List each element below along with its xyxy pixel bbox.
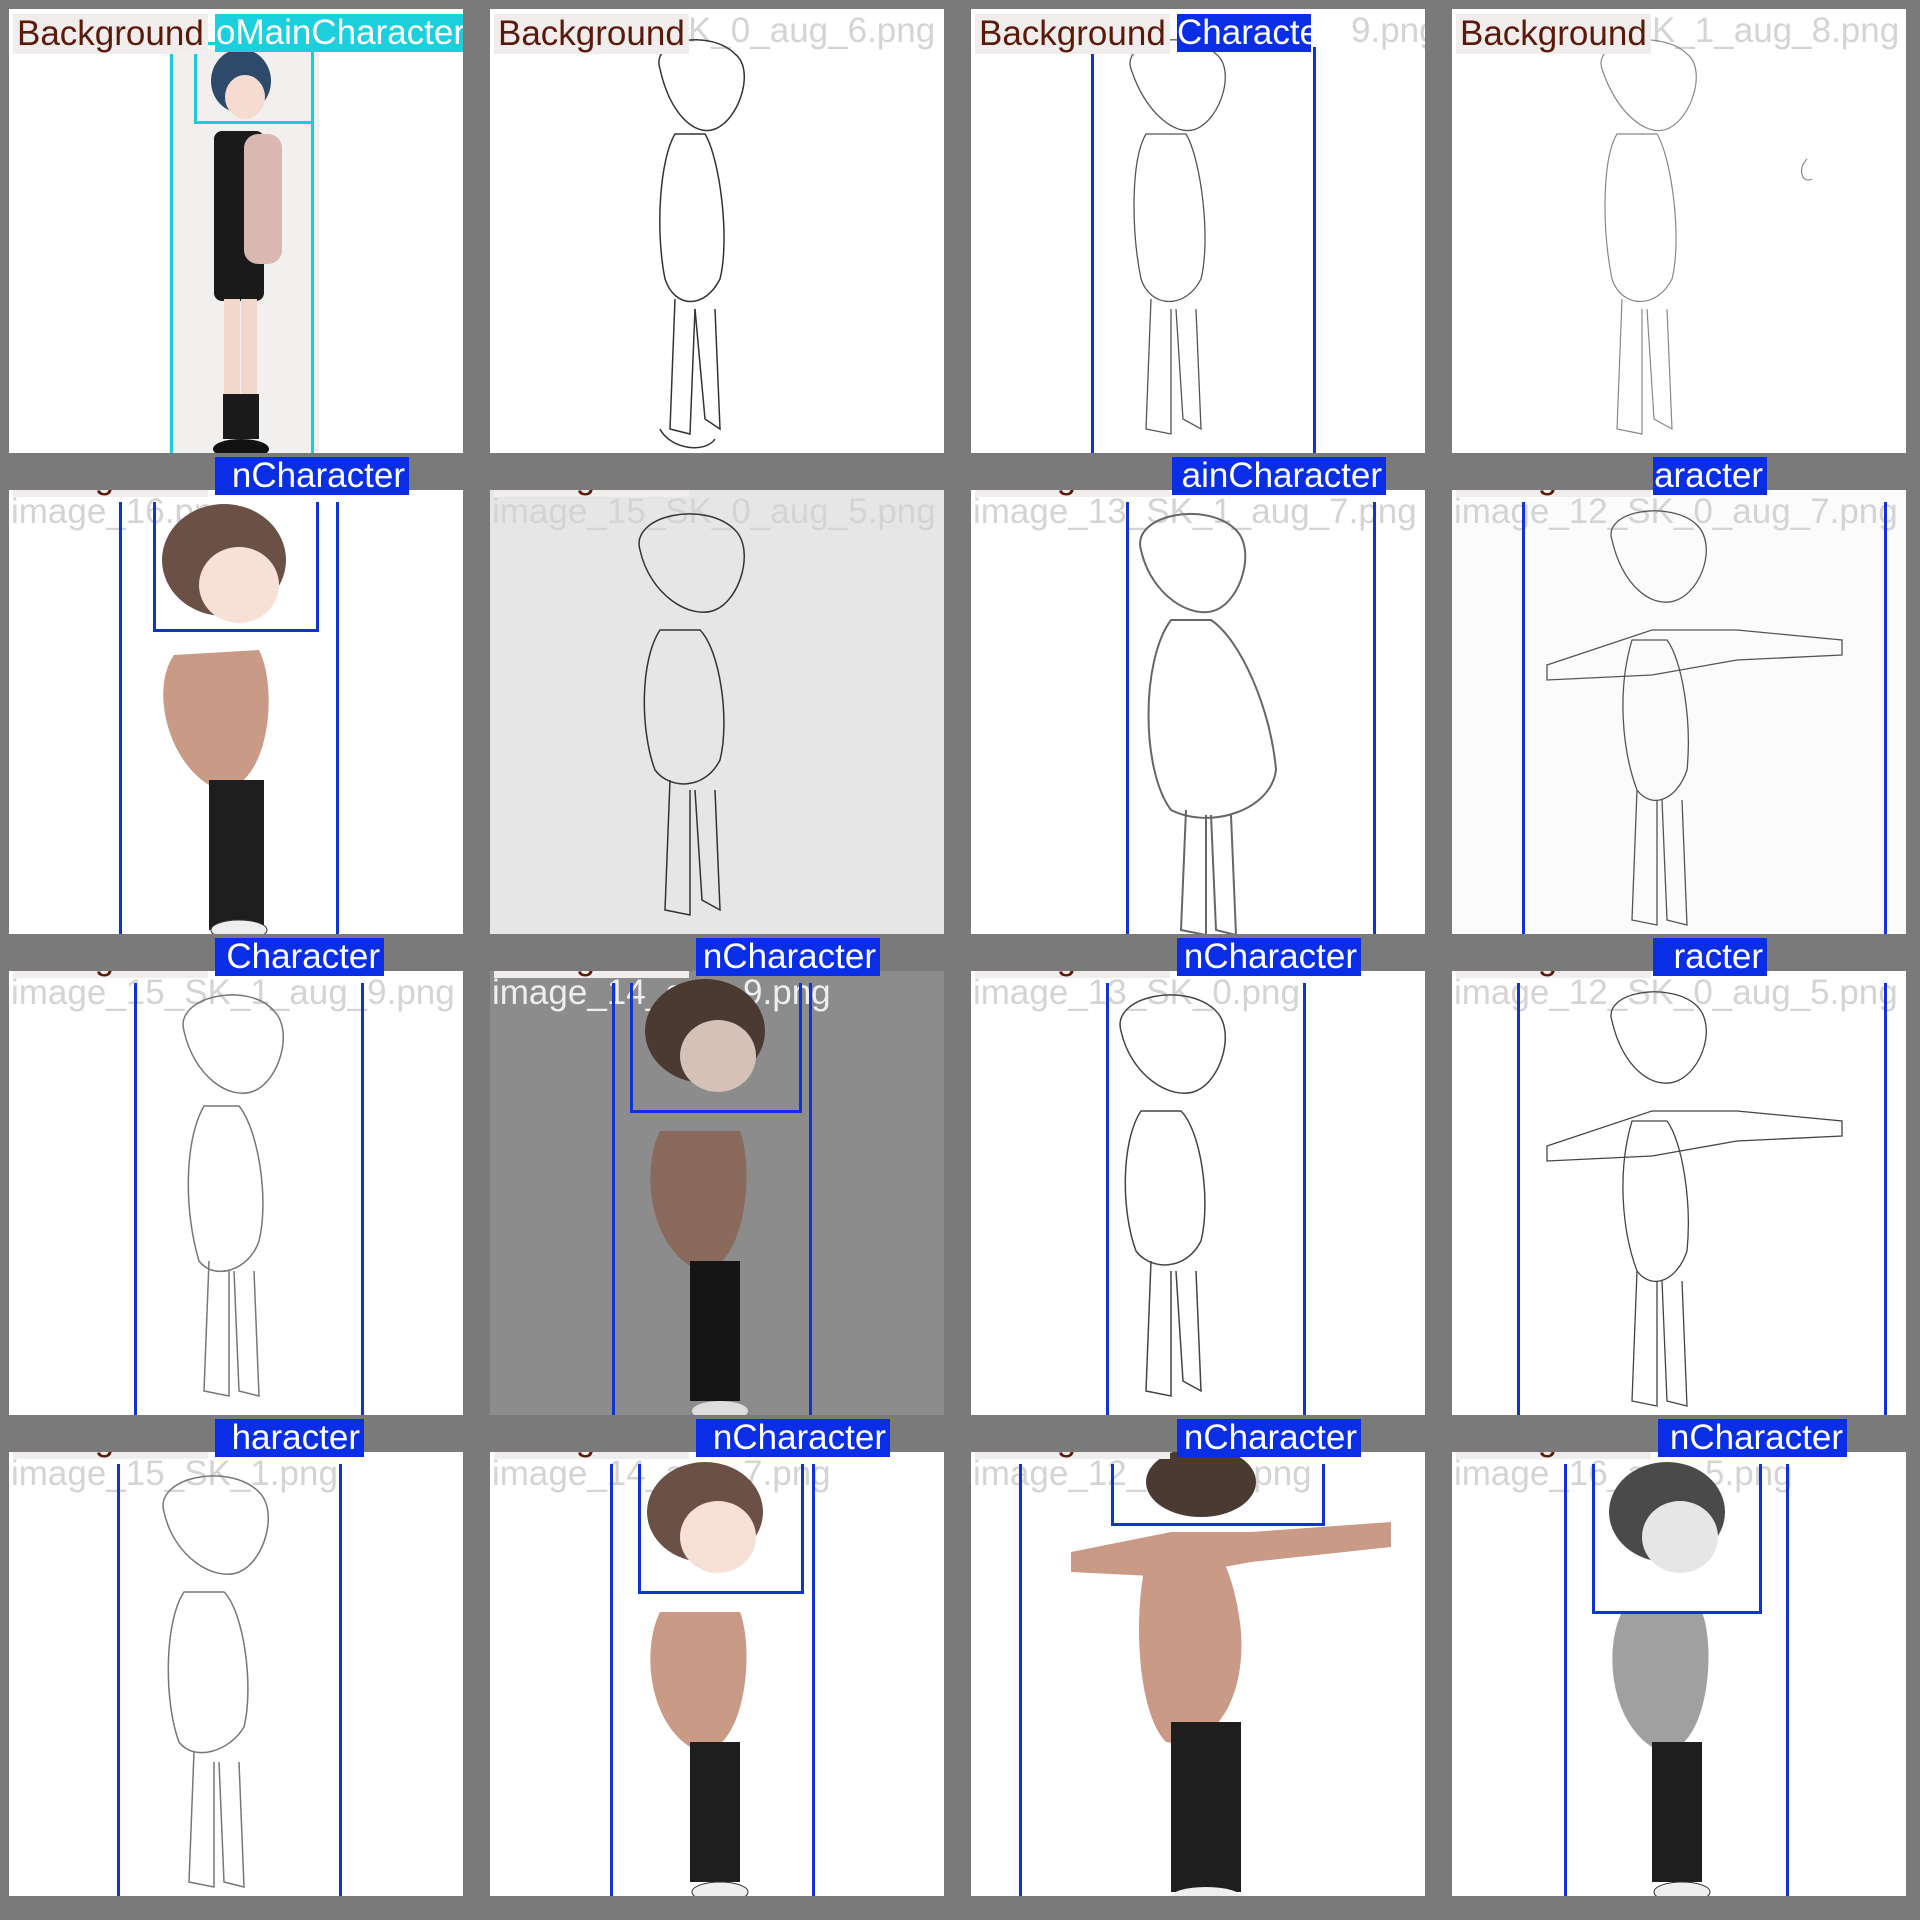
background-label: Background bbox=[13, 490, 208, 497]
bbox-character bbox=[1106, 983, 1306, 1415]
tile-3: 9.png Background Character bbox=[962, 0, 1434, 462]
class-label: racter bbox=[1653, 938, 1767, 976]
tile-5: image_16.png Background bbox=[0, 481, 472, 943]
bbox-head bbox=[153, 502, 319, 632]
class-label: haracter bbox=[215, 1419, 364, 1457]
class-label: oMainCharacter bbox=[215, 14, 463, 52]
background-label: Background bbox=[975, 1452, 1170, 1459]
tile-13: image_15_SK_1.png Background bbox=[0, 1443, 472, 1905]
character-lineart bbox=[1600, 39, 1813, 435]
bbox-character bbox=[1522, 502, 1887, 934]
bbox-head bbox=[194, 42, 314, 124]
background-label: Background bbox=[13, 14, 208, 54]
class-label: nCharacter bbox=[1177, 1419, 1361, 1457]
bbox-head bbox=[638, 1464, 804, 1594]
background-label: Background bbox=[13, 1452, 208, 1459]
bbox-character bbox=[1126, 502, 1376, 934]
background-label: Background bbox=[494, 14, 689, 54]
background-label: Background bbox=[975, 971, 1170, 978]
background-label: Background bbox=[1456, 971, 1651, 978]
background-label: Background bbox=[494, 1452, 689, 1459]
bbox-character bbox=[1517, 983, 1887, 1415]
class-label: nCharacter bbox=[1177, 938, 1361, 976]
tile-11: image_13_SK_0.png Background bbox=[962, 962, 1434, 1424]
background-label: Background bbox=[1456, 1452, 1651, 1459]
background-label: Background bbox=[13, 971, 208, 978]
class-label: Character bbox=[1177, 14, 1311, 52]
background-label: Background bbox=[494, 490, 689, 497]
tile-8: image_12_SK_0_aug_7.png Background bbox=[1443, 481, 1915, 943]
tile-2: K_0_aug_6.png Background bbox=[481, 0, 953, 462]
background-label: Background bbox=[975, 14, 1170, 54]
tile-16: image_16_aug_5.png Background bbox=[1443, 1443, 1915, 1905]
bbox-character bbox=[1091, 47, 1316, 453]
background-label: Background bbox=[975, 490, 1170, 497]
class-label: nCharacter bbox=[215, 457, 409, 495]
tile-9: image_15_SK_1_aug_9.png Background bbox=[0, 962, 472, 1424]
tile-15: image_12_aug_8.png Background bbox=[962, 1443, 1434, 1905]
tile-4: K_1_aug_8.png Background bbox=[1443, 0, 1915, 462]
bbox-head bbox=[1111, 1464, 1325, 1526]
class-label: aracter bbox=[1653, 457, 1767, 495]
tile-6: image_15_SK_0_aug_5.png Background bbox=[481, 481, 953, 943]
tile-14: image_14_aug_7.png Background bbox=[481, 1443, 953, 1905]
class-label: nCharacter bbox=[696, 1419, 890, 1457]
tile-12: image_12_SK_0_aug_5.png Background bbox=[1443, 962, 1915, 1424]
class-label: nCharacter bbox=[696, 938, 880, 976]
tile-10: image_14_aug_9.png Background bbox=[481, 962, 953, 1424]
bbox-character bbox=[134, 983, 364, 1415]
bbox-character bbox=[117, 1464, 342, 1896]
character-lineart bbox=[658, 39, 745, 449]
bbox-head bbox=[630, 983, 802, 1113]
background-label: Background bbox=[1456, 14, 1651, 54]
tile-7: image_13_SK_1_aug_7.png Background bbox=[962, 481, 1434, 943]
class-label: ainCharacter bbox=[1172, 457, 1386, 495]
character-lineart bbox=[638, 513, 745, 916]
bbox-character bbox=[1019, 1464, 1425, 1896]
bbox-head bbox=[1592, 1464, 1762, 1614]
tile-1: Background oMainCharacter bbox=[0, 0, 472, 462]
class-label: Character bbox=[215, 938, 384, 976]
background-label: Background bbox=[494, 971, 689, 978]
class-label: nCharacter bbox=[1658, 1419, 1847, 1457]
background-label: Background bbox=[1456, 490, 1651, 497]
